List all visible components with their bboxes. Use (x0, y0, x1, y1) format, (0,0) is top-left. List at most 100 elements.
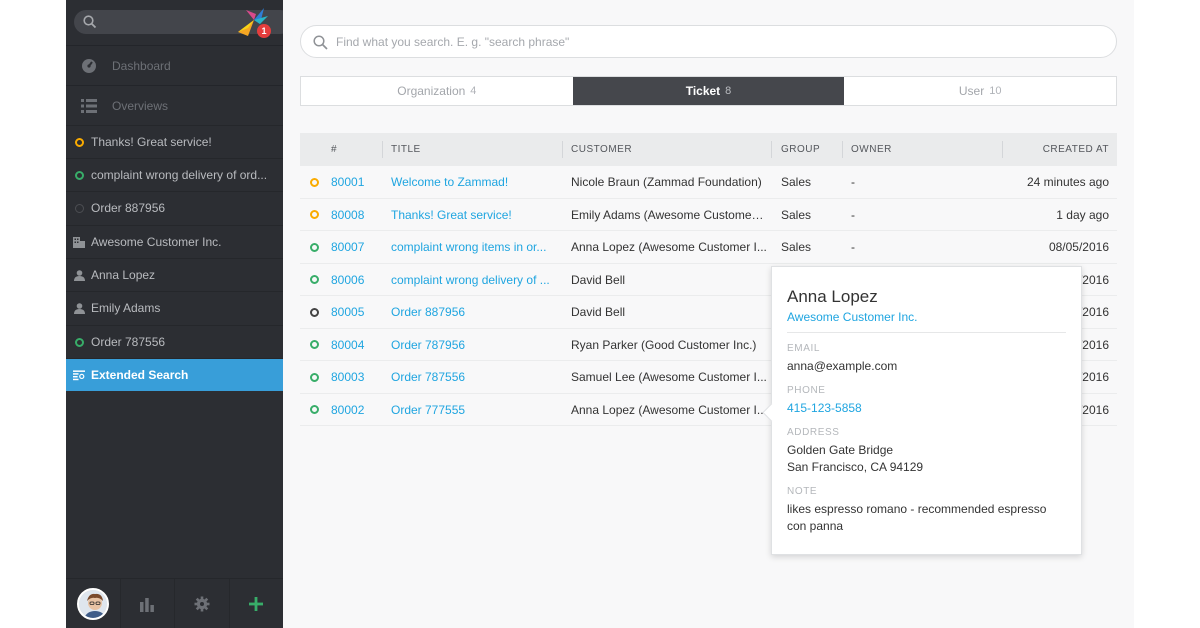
ticket-title-link[interactable]: Thanks! Great service! (391, 199, 557, 231)
ticket-number-link[interactable]: 80007 (331, 231, 386, 263)
ticket-customer[interactable]: David Bell (571, 296, 767, 328)
ticket-title-link[interactable]: complaint wrong items in or... (391, 231, 557, 263)
popover-user-name: Anna Lopez (787, 287, 878, 306)
popover-address-label: ADDRESS (787, 427, 840, 438)
task-item[interactable]: Emily Adams (66, 291, 283, 324)
ticket-owner: - (851, 207, 855, 222)
search-list-icon (73, 369, 85, 381)
ticket-number-link[interactable]: 80004 (331, 329, 386, 361)
task-item[interactable]: complaint wrong delivery of ord... (66, 158, 283, 191)
bar-chart-icon (140, 597, 155, 612)
task-item[interactable]: Order 787556 (66, 325, 283, 358)
avatar-button[interactable] (66, 579, 121, 628)
ticket-closed-icon (74, 203, 84, 213)
ticket-title-link[interactable]: complaint wrong delivery of ... (391, 264, 557, 296)
column-header-title[interactable]: TITLE (391, 133, 421, 166)
ticket-open-icon (310, 231, 324, 263)
tab-count: 4 (470, 85, 477, 97)
ticket-number-link[interactable]: 80002 (331, 394, 386, 426)
task-item[interactable]: Order 887956 (66, 191, 283, 224)
task-label: Awesome Customer Inc. (91, 235, 222, 249)
ticket-open-icon (74, 337, 84, 347)
column-header-group[interactable]: GROUP (781, 133, 820, 166)
task-item[interactable]: Thanks! Great service! (66, 125, 283, 158)
task-label: Anna Lopez (91, 268, 156, 282)
column-header-customer[interactable]: CUSTOMER (571, 133, 632, 166)
plus-icon (249, 596, 264, 611)
ticket-closed-icon (310, 296, 324, 328)
ticket-number-link[interactable]: 80006 (331, 264, 386, 296)
table-header: # TITLE CUSTOMER GROUP OWNER CREATED AT (300, 133, 1117, 166)
add-new-button[interactable] (230, 579, 284, 628)
popover-email-label: EMAIL (787, 343, 821, 354)
task-label: Order 887956 (91, 201, 166, 215)
nav-overviews[interactable]: Overviews (66, 85, 283, 125)
ticket-customer[interactable]: Anna Lopez (Awesome Customer I... (571, 231, 767, 263)
search-bar[interactable] (300, 25, 1117, 58)
search-tabs: Organization 4 Ticket 8 User 10 (300, 76, 1117, 106)
settings-button[interactable] (175, 579, 230, 628)
gear-icon (194, 596, 210, 611)
ticket-number-link[interactable]: 80001 (331, 166, 386, 198)
task-item[interactable]: Awesome Customer Inc. (66, 225, 283, 258)
ticket-customer[interactable]: David Bell (571, 264, 767, 296)
search-input[interactable] (336, 32, 1096, 52)
ticket-customer[interactable]: Emily Adams (Awesome Customer ... (571, 199, 767, 231)
ticket-open-icon (310, 329, 324, 361)
ticket-customer[interactable]: Anna Lopez (Awesome Customer I... (571, 394, 767, 426)
avatar (76, 587, 109, 620)
ticket-number-link[interactable]: 80003 (331, 361, 386, 393)
ticket-group: Sales (781, 175, 812, 189)
ticket-number-link[interactable]: 80005 (331, 296, 386, 328)
table-row[interactable]: 80001 Welcome to Zammad! Nicole Braun (Zam… (300, 166, 1117, 199)
ticket-title-link[interactable]: Order 887956 (391, 296, 557, 328)
table-row[interactable]: 80008 Thanks! Great service! Emily Adams (… (300, 199, 1117, 231)
popover-organization-link[interactable]: Awesome Customer Inc. (787, 310, 1066, 333)
popover-address-line1: Golden Gate Bridge (787, 443, 894, 457)
task-label: Thanks! Great service! (91, 135, 212, 149)
ticket-pending-icon (310, 199, 324, 231)
organization-icon (73, 236, 85, 248)
user-icon (73, 302, 85, 314)
sidebar-footer (66, 578, 283, 628)
column-header-created[interactable]: CREATED AT (1043, 133, 1109, 166)
tab-label: Ticket (685, 84, 721, 98)
sidebar: 1 Dashboard Overviews Thanks! Great serv… (66, 0, 292, 628)
ticket-owner: - (851, 240, 855, 254)
tab-organization[interactable]: Organization 4 (301, 77, 573, 105)
overviews-icon (80, 97, 98, 115)
column-header-owner[interactable]: OWNER (851, 133, 892, 166)
ticket-title-link[interactable]: Order 777555 (391, 394, 557, 426)
ticket-customer[interactable]: Nicole Braun (Zammad Foundation) (571, 166, 767, 198)
ticket-pending-icon (310, 166, 324, 198)
search-icon (83, 15, 97, 29)
ticket-open-icon (310, 394, 324, 426)
nav-overviews-label: Overviews (112, 98, 169, 113)
tab-user[interactable]: User 10 (844, 77, 1116, 105)
ticket-title-link[interactable]: Order 787556 (391, 361, 557, 393)
tab-label: Organization (397, 84, 466, 98)
tab-ticket[interactable]: Ticket 8 (572, 77, 845, 105)
popover-address-line2: San Francisco, CA 94129 (787, 460, 924, 474)
table-row[interactable]: 80007 complaint wrong items in or... Anna … (300, 231, 1117, 264)
stats-button[interactable] (121, 579, 175, 628)
user-icon (73, 269, 85, 281)
ticket-open-icon (310, 264, 324, 296)
task-label: Extended Search (91, 368, 189, 382)
popover-email: anna@example.com (787, 359, 898, 373)
popover-note-label: NOTE (787, 486, 818, 497)
task-item[interactable]: Anna Lopez (66, 258, 283, 291)
column-header-number[interactable]: # (331, 133, 337, 166)
dashboard-icon (80, 57, 98, 75)
ticket-title-link[interactable]: Welcome to Zammad! (391, 166, 557, 198)
task-item-extended-search[interactable]: Extended Search (66, 358, 283, 391)
ticket-customer[interactable]: Ryan Parker (Good Customer Inc.) (571, 329, 767, 361)
popover-phone-link[interactable]: 415-123-5858 (787, 400, 1066, 417)
ticket-number-link[interactable]: 80008 (331, 199, 386, 231)
nav-dashboard[interactable]: Dashboard (66, 45, 283, 85)
ticket-title-link[interactable]: Order 787956 (391, 329, 557, 361)
task-label: Emily Adams (91, 301, 161, 315)
ticket-customer[interactable]: Samuel Lee (Awesome Customer I... (571, 361, 767, 393)
ticket-open-icon (74, 170, 84, 180)
ticket-pending-icon (74, 137, 84, 147)
